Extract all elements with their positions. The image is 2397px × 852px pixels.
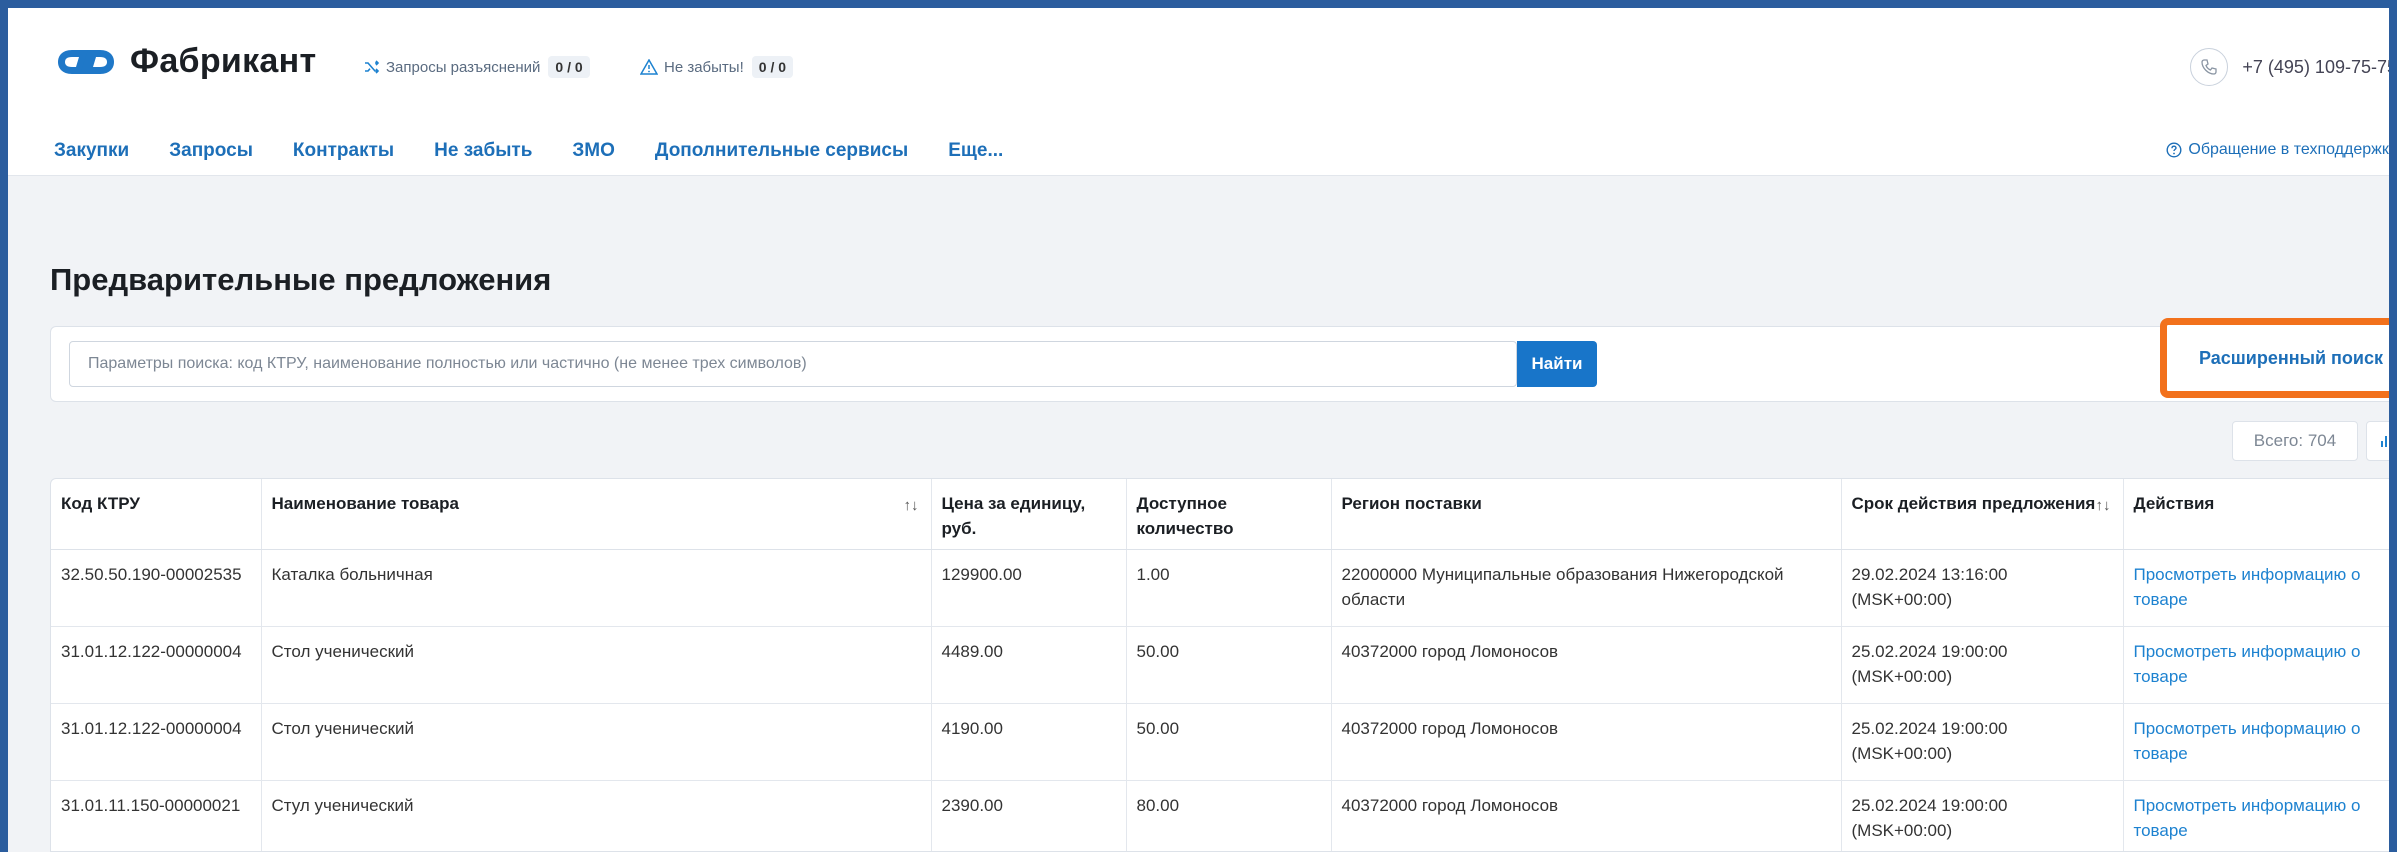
offer-validity: 29.02.2024 13:16:00 (MSK+00:00) [1841,549,2124,627]
nav-additional-services[interactable]: Дополнительные сервисы [655,140,908,162]
reminders-count: 0 / 0 [751,56,794,78]
ktru-code: 32.50.50.190-00002535 [51,549,262,627]
fabrikant-logo-icon [58,49,114,74]
actions-cell: Просмотреть информацию о товаре [2123,703,2396,781]
search-panel: Найти [50,326,2397,402]
view-product-link[interactable]: Просмотреть информацию о товаре [2134,565,2361,609]
column-delivery-region: Регион поставки [1331,479,1842,550]
column-ktru-code: Код КТРУ [51,479,262,550]
ktru-code: 31.01.11.150-00000021 [51,780,262,851]
phone-number: +7 (495) 109-75-75 [2242,56,2397,77]
view-product-link[interactable]: Просмотреть информацию о товаре [2134,642,2361,686]
phone-icon [2190,48,2229,86]
sort-icon[interactable]: ↑↓ [904,493,919,518]
actions-cell: Просмотреть информацию о товаре [2123,780,2396,851]
delivery-region: 22000000 Муниципальные образования Нижег… [1331,549,1842,627]
column-available-quantity: Доступное количество [1126,479,1332,550]
column-product-name[interactable]: Наименование товара ↑↓ [261,479,932,550]
help-circle-icon [2166,142,2182,158]
view-product-link[interactable]: Просмотреть информацию о товаре [2134,796,2361,840]
nav-requests[interactable]: Запросы [169,140,253,162]
table-row: 31.01.12.122-00000004 Стол ученический 4… [51,703,2396,781]
column-unit-price: Цена за единицу, руб. [931,479,1127,550]
reminders[interactable]: Не забыты! 0 / 0 [640,56,794,78]
available-quantity: 50.00 [1126,703,1332,781]
product-name: Стол ученический [261,703,932,781]
main-nav: Закупки Запросы Контракты Не забыть ЗМО … [54,140,1043,162]
reminders-label: Не забыты! [664,58,744,76]
table-row: 31.01.12.122-00000004 Стол ученический 4… [51,626,2396,704]
table-row: 32.50.50.190-00002535 Каталка больничная… [51,549,2396,627]
top-header: Фабрикант Запросы разъяснений 0 / 0 Не з… [8,8,2397,176]
product-name: Каталка больничная [261,549,932,627]
support-link[interactable]: Обращение в техподдержку [2166,141,2397,159]
unit-price: 4489.00 [931,626,1127,704]
sort-icon[interactable]: ↑↓ [2096,493,2111,518]
product-name: Стол ученический [261,626,932,704]
nav-contracts[interactable]: Контракты [293,140,394,162]
actions-cell: Просмотреть информацию о товаре [2123,549,2396,627]
table-header-row: Код КТРУ Наименование товара ↑↓ Цена за е… [51,479,2396,550]
clarification-requests-label: Запросы разъяснений [386,58,541,76]
shuffle-icon [364,59,380,75]
nav-procurements[interactable]: Закупки [54,140,129,162]
advanced-search-highlight: Расширенный поиск [2160,318,2397,398]
search-input[interactable] [69,341,1517,387]
nav-more[interactable]: Еще... [948,140,1003,162]
ktru-code: 31.01.12.122-00000004 [51,626,262,704]
logo-text: Фабрикант [130,42,317,80]
offer-validity: 25.02.2024 19:00:00 (MSK+00:00) [1841,626,2124,704]
page-title: Предварительные предложения [50,262,552,297]
delivery-region: 40372000 город Ломоносов [1331,780,1842,851]
logo[interactable]: Фабрикант [54,42,316,81]
statistics-button[interactable] [2366,421,2397,461]
unit-price: 129900.00 [931,549,1127,627]
delivery-region: 40372000 город Ломоносов [1331,626,1842,704]
offer-validity: 25.02.2024 19:00:00 (MSK+00:00) [1841,703,2124,781]
nav-zmo[interactable]: ЗМО [572,140,615,162]
available-quantity: 1.00 [1126,549,1332,627]
offers-table: Код КТРУ Наименование товара ↑↓ Цена за е… [50,478,2397,852]
phone-contact[interactable]: +7 (495) 109-75-75 [2190,48,2397,86]
unit-price: 4190.00 [931,703,1127,781]
warning-icon [640,59,658,75]
available-quantity: 80.00 [1126,780,1332,851]
actions-cell: Просмотреть информацию о товаре [2123,626,2396,704]
view-product-link[interactable]: Просмотреть информацию о товаре [2134,719,2361,763]
advanced-search-link[interactable]: Расширенный поиск [2199,348,2383,369]
nav-dont-forget[interactable]: Не забыть [434,140,532,162]
support-label: Обращение в техподдержку [2188,141,2397,158]
product-name: Стул ученический [261,780,932,851]
delivery-region: 40372000 город Ломоносов [1331,703,1842,781]
clarification-requests-count: 0 / 0 [548,56,590,78]
table-row: 31.01.11.150-00000021 Стул ученический 2… [51,780,2396,851]
find-button[interactable]: Найти [1517,341,1597,387]
offer-validity: 25.02.2024 19:00:00 (MSK+00:00) [1841,780,2124,851]
clarification-requests[interactable]: Запросы разъяснений 0 / 0 [364,56,590,78]
unit-price: 2390.00 [931,780,1127,851]
column-offer-validity[interactable]: Срок действия предложения ↑↓ [1841,479,2124,550]
available-quantity: 50.00 [1126,626,1332,704]
total-count: Всего: 704 [2232,421,2358,461]
column-actions: Действия [2123,479,2396,550]
ktru-code: 31.01.12.122-00000004 [51,703,262,781]
bar-chart-icon [2381,436,2391,447]
